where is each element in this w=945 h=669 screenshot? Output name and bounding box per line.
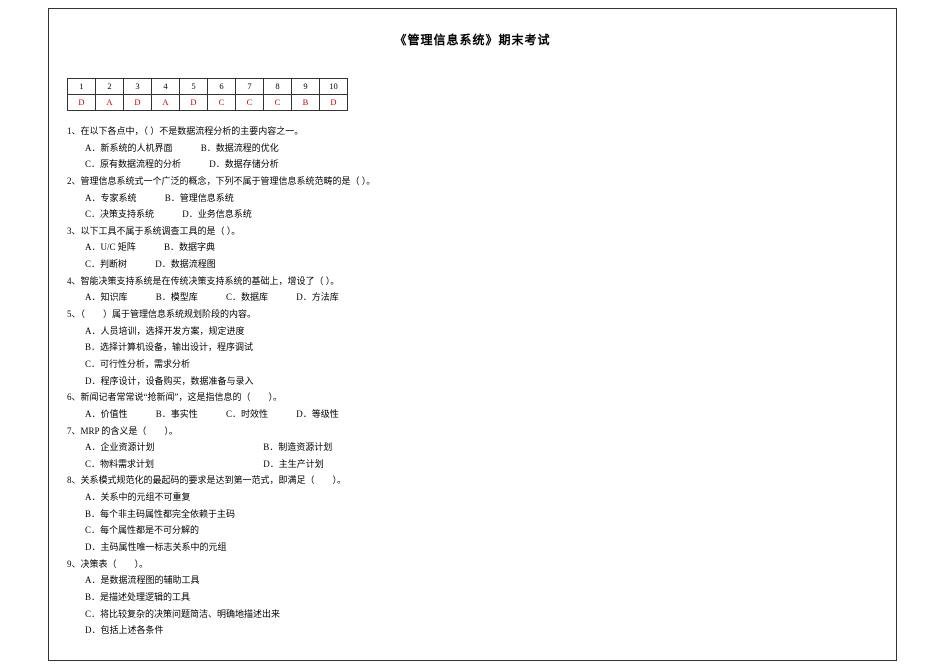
exam-title: 《管理信息系统》期末考试 [61,31,884,48]
q9-b: B．是描述处理逻辑的工具 [67,589,884,606]
q4-b: B．模型库 [156,289,198,306]
q1-stem: 1、在以下各点中，（ ）不是数据流程分析的主要内容之一。 [67,123,884,140]
q2-opts-row2: C．决策支持系统 D．业务信息系统 [67,206,884,223]
th-8: 8 [264,79,292,95]
q3-opts-row2: C．判断树 D．数据流程图 [67,256,884,273]
q1-opts-row1: A．新系统的人机界面 B．数据流程的优化 [67,140,884,157]
q9-a: A．是数据流程图的辅助工具 [67,572,884,589]
q2-stem: 2、管理信息系统式一个广泛的概念，下列不属于管理信息系统范畴的是（ ）。 [67,173,884,190]
q2-b: B．管理信息系统 [165,190,234,207]
q7-b: B．制造资源计划 [263,439,332,456]
q4-d: D．方法库 [296,289,339,306]
q2-opts-row1: A．专家系统 B．管理信息系统 [67,190,884,207]
q7-d: D．主生产计划 [263,456,324,473]
q3-c: C．判断树 [85,256,127,273]
q4-c: C．数据库 [226,289,268,306]
q9-stem: 9、决策表（ ）。 [67,556,884,573]
q3-stem: 3、以下工具不属于系统调查工具的是（ ）。 [67,223,884,240]
ans-2: A [96,95,124,111]
ans-5: D [180,95,208,111]
q8-b: B．每个非主码属性都完全依赖于主码 [67,506,884,523]
q7-c: C．物料需求计划 [85,456,235,473]
q8-c: C．每个属性都是不可分解的 [67,522,884,539]
q5-stem: 5、（ ）属于管理信息系统规划阶段的内容。 [67,306,884,323]
q3-opts-row1: A．U/C 矩阵 B．数据字典 [67,239,884,256]
ans-8: C [264,95,292,111]
ans-6: C [208,95,236,111]
q3-d: D．数据流程图 [155,256,216,273]
table-header-row: 1 2 3 4 5 6 7 8 9 10 [68,79,348,95]
q4-a: A．知识库 [85,289,128,306]
q5-b: B．选择计算机设备，输出设计，程序调试 [67,339,884,356]
q8-d: D．主码属性唯一标志关系中的元组 [67,539,884,556]
th-5: 5 [180,79,208,95]
q5-d: D．程序设计，设备购买，数据准备与录入 [67,373,884,390]
q5-c: C．可行性分析，需求分析 [67,356,884,373]
q3-a: A．U/C 矩阵 [85,239,136,256]
ans-7: C [236,95,264,111]
th-10: 10 [320,79,348,95]
ans-4: A [152,95,180,111]
q1-a: A．新系统的人机界面 [85,140,173,157]
q1-opts-row2: C．原有数据流程的分析 D．数据存储分析 [67,156,884,173]
th-9: 9 [292,79,320,95]
q5-a: A．人员培训，选择开发方案，规定进度 [67,323,884,340]
q7-opts-row2: C．物料需求计划 D．主生产计划 [67,456,884,473]
q1-b: B．数据流程的优化 [201,140,279,157]
th-6: 6 [208,79,236,95]
q7-opts-row1: A．企业资源计划 B．制造资源计划 [67,439,884,456]
q6-d: D．等级性 [296,406,339,423]
q4-stem: 4、智能决策支持系统是在传统决策支持系统的基础上，增设了（ ）。 [67,273,884,290]
q7-stem: 7、MRP 的含义是（ ）。 [67,423,884,440]
q6-c: C．时效性 [226,406,268,423]
q2-a: A．专家系统 [85,190,137,207]
q4-opts: A．知识库 B．模型库 C．数据库 D．方法库 [67,289,884,306]
q6-stem: 6、新闻记者常常说“抢新闻”，这是指信息的（ ）。 [67,389,884,406]
th-1: 1 [68,79,96,95]
ans-9: B [292,95,320,111]
q9-d: D．包括上述各条件 [67,622,884,639]
q8-stem: 8、关系模式规范化的最起码的要求是达到第一范式，即满足（ ）。 [67,472,884,489]
page-border: 《管理信息系统》期末考试 1 2 3 4 5 6 7 8 9 10 D A D … [48,8,897,661]
q8-a: A．关系中的元组不可重复 [67,489,884,506]
th-4: 4 [152,79,180,95]
th-7: 7 [236,79,264,95]
q7-a: A．企业资源计划 [85,439,235,456]
q6-b: B．事实性 [156,406,198,423]
q1-c: C．原有数据流程的分析 [85,156,181,173]
q6-a: A．价值性 [85,406,128,423]
answer-key-table: 1 2 3 4 5 6 7 8 9 10 D A D A D C C C B D [67,78,348,111]
th-2: 2 [96,79,124,95]
questions-content: 1、在以下各点中，（ ）不是数据流程分析的主要内容之一。 A．新系统的人机界面 … [61,123,884,639]
ans-10: D [320,95,348,111]
q9-c: C．将比较复杂的决策问题简洁、明确地描述出来 [67,606,884,623]
q1-d: D．数据存储分析 [209,156,279,173]
q3-b: B．数据字典 [164,239,215,256]
q2-c: C．决策支持系统 [85,206,154,223]
q6-opts: A．价值性 B．事实性 C．时效性 D．等级性 [67,406,884,423]
ans-1: D [68,95,96,111]
th-3: 3 [124,79,152,95]
q2-d: D．业务信息系统 [182,206,252,223]
ans-3: D [124,95,152,111]
table-answer-row: D A D A D C C C B D [68,95,348,111]
